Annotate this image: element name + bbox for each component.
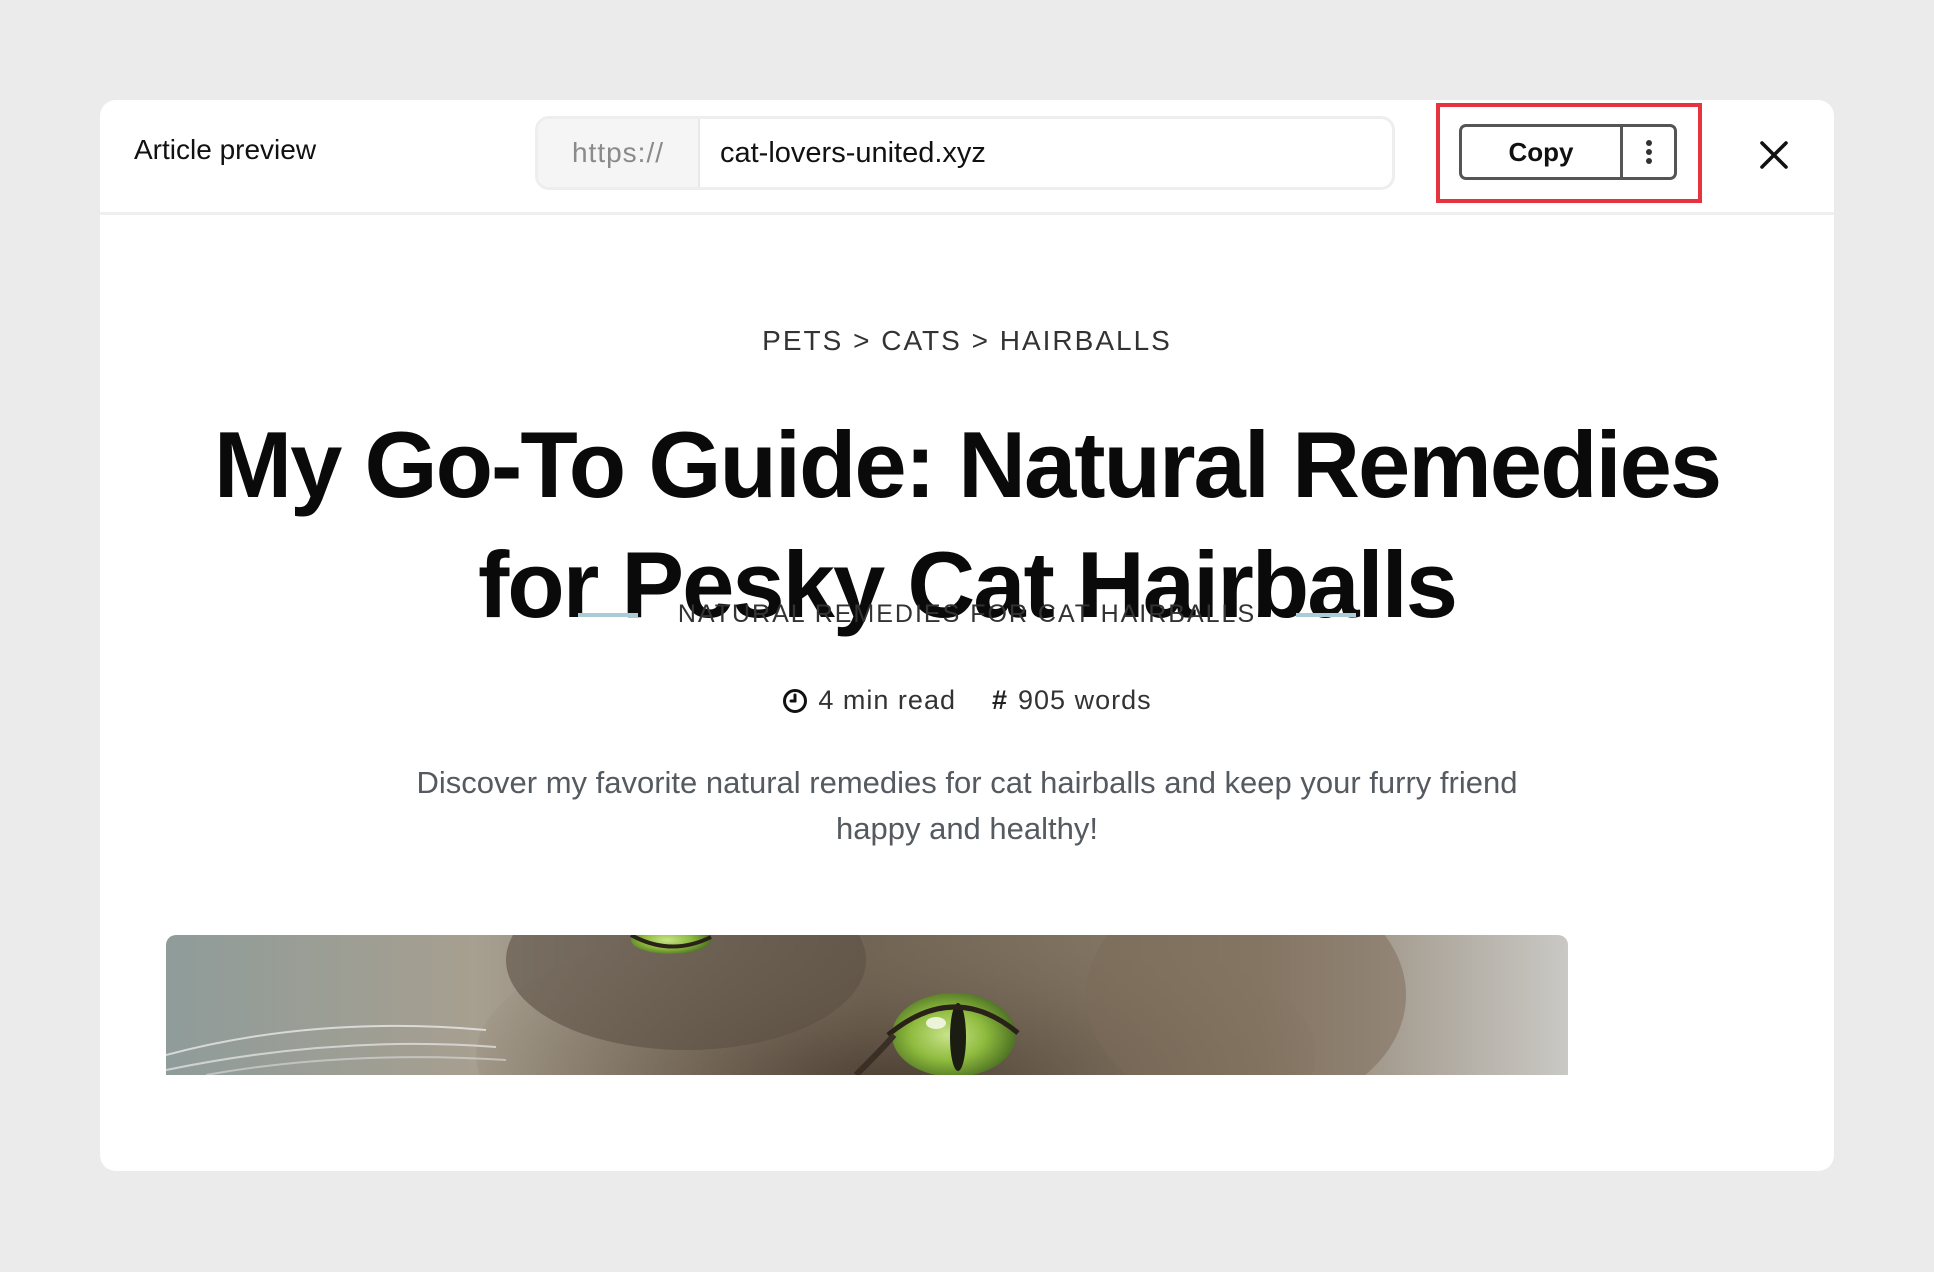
url-bar: https://: [535, 116, 1395, 190]
breadcrumb-item-hairballs[interactable]: HAIRBALLS: [1000, 325, 1172, 357]
breadcrumb-separator: >: [971, 325, 990, 356]
kebab-menu-icon: [1645, 140, 1652, 164]
hash-icon: #: [991, 685, 1009, 715]
copy-button[interactable]: Copy: [1462, 127, 1623, 177]
word-count-label: 905 words: [1018, 685, 1152, 715]
read-time: 4 min read: [782, 685, 956, 716]
breadcrumb: PETS > CATS > HAIRBALLS: [100, 325, 1834, 357]
article-subtitle: NATURAL REMEDIES FOR CAT HAIRBALLS: [677, 600, 1257, 628]
clock-icon: [783, 688, 808, 713]
article-summary: Discover my favorite natural remedies fo…: [416, 765, 1518, 846]
url-input[interactable]: [700, 119, 1392, 187]
more-options-button[interactable]: [1623, 127, 1674, 177]
close-icon: [1760, 141, 1788, 169]
cat-photo-illustration: [166, 935, 1568, 1075]
modal-header: Article preview https:// Copy: [100, 100, 1834, 215]
breadcrumb-item-pets[interactable]: PETS: [762, 325, 843, 357]
modal-title: Article preview: [134, 134, 317, 165]
close-button[interactable]: [1754, 135, 1794, 175]
subtitle-rule-left: [577, 612, 638, 617]
word-count: # 905 words: [992, 685, 1152, 716]
cat-closeup-photo: [166, 935, 1568, 1075]
copy-button-group: Copy: [1459, 124, 1677, 180]
url-scheme-label: https://: [538, 119, 700, 187]
subtitle-rule-right: [1296, 612, 1357, 617]
subtitle-row: NATURAL REMEDIES FOR CAT HAIRBALLS: [100, 600, 1834, 629]
breadcrumb-item-cats[interactable]: CATS: [881, 325, 962, 357]
article-meta: 4 min read # 905 words: [100, 685, 1834, 716]
breadcrumb-separator: >: [853, 325, 872, 356]
read-time-label: 4 min read: [818, 685, 956, 715]
